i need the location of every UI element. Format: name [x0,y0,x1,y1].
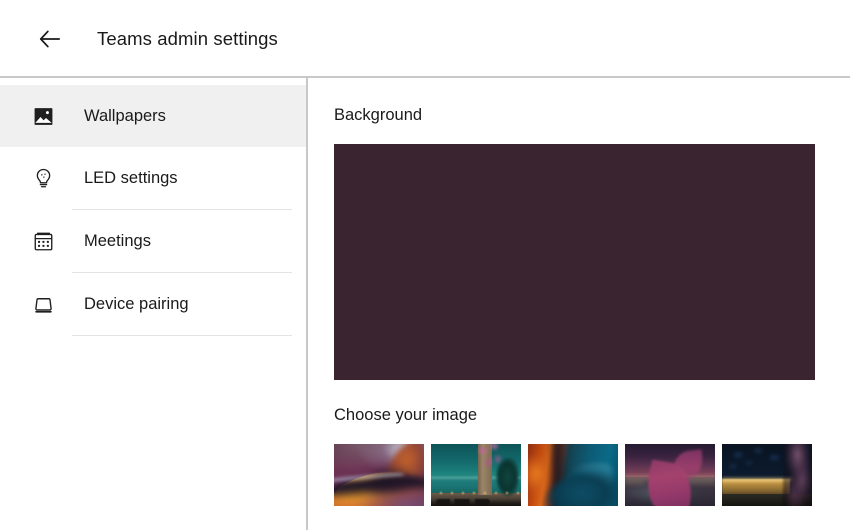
calendar-icon [30,228,56,254]
arrow-left-icon [37,26,63,52]
sidebar-separator [72,335,292,336]
wallpaper-thumbnail-night-lit-wall-tree[interactable] [722,444,812,506]
sidebar-item-led-settings[interactable]: LED settings [0,147,308,209]
thumb-layer-wall-glow [722,477,793,483]
wallpaper-thumbnail-dusk-magenta-winding-path[interactable] [625,444,715,506]
image-icon [30,103,56,129]
sidebar-item-label: Meetings [84,231,151,250]
app-header: Teams admin settings [0,0,850,78]
settings-sidebar: Wallpapers LED settings Meetings Device … [0,78,308,530]
sidebar-item-device-pairing[interactable]: Device pairing [0,273,308,335]
page-title: Teams admin settings [97,28,278,49]
thumb-layer-tree [783,444,812,506]
sidebar-item-label: Wallpapers [84,106,166,125]
choose-image-section-title: Choose your image [334,406,478,424]
thumb-layer-sea-lights [431,491,521,494]
sidebar-item-label: Device pairing [84,294,189,313]
wallpaper-thumbnail-orange-teal-abstract-curve[interactable] [528,444,618,506]
content-area: Wallpapers LED settings Meetings Device … [0,78,850,530]
thumb-layer-bottom-purple [334,492,424,506]
wallpaper-thumbnail-strip [334,444,816,506]
wallpaper-thumbnail-teal-sea-terrace-bougainvillea[interactable] [431,444,521,506]
monitor-icon [30,291,56,317]
thumb-layer-bougainvillea [472,444,509,482]
sidebar-item-meetings[interactable]: Meetings [0,210,308,272]
thumb-layer-deck-shadow [431,499,521,506]
background-section-title: Background [334,106,423,124]
back-button[interactable] [30,19,70,59]
lightbulb-icon [30,165,56,191]
teams-admin-settings-window: Teams admin settings Wallpapers LED sett… [0,0,850,530]
wallpapers-panel: Background Choose your image [308,78,850,530]
sidebar-item-label: LED settings [84,168,178,187]
background-preview-image[interactable] [334,144,815,380]
wallpaper-thumbnail-abstract-purple-orange-wave[interactable] [334,444,424,506]
sidebar-item-wallpapers[interactable]: Wallpapers [0,85,308,147]
